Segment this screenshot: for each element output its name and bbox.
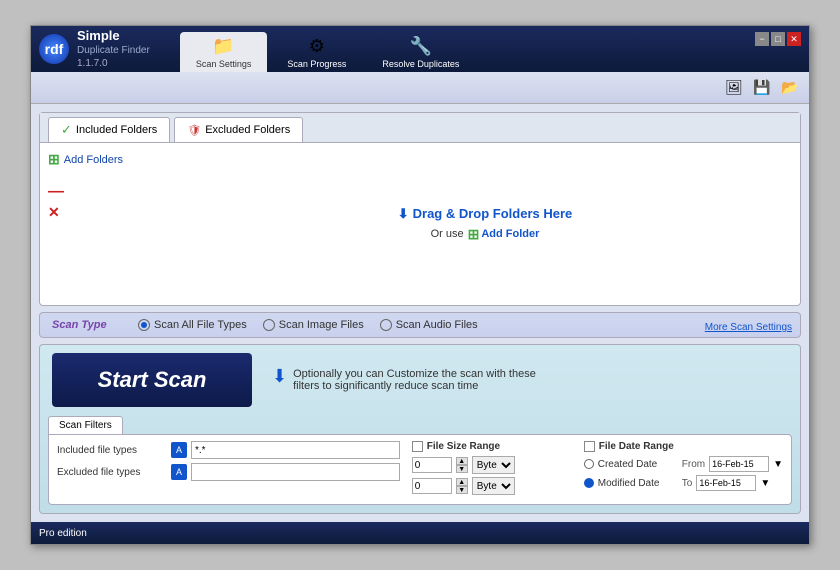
scan-type-section: Scan Type Scan All File Types Scan Image… <box>39 312 801 338</box>
scan-filters-section: Scan Filters Included file types A Exclu… <box>40 415 800 513</box>
filter-col-date: File Date Range Created Date From ▼ Modi… <box>584 441 783 498</box>
tab-scan-settings[interactable]: 📁 Scan Settings <box>180 32 268 72</box>
size-max-spinner: ▲ ▼ <box>456 478 468 494</box>
shield-icon: 🛡 <box>187 124 201 137</box>
folders-body: ⊞ Add Folders — ✕ ⬇ Drag & Drop Folders … <box>40 143 800 305</box>
toolbar-icon-folder[interactable]: 📂 <box>779 77 801 99</box>
toolbar-icon-open[interactable]: 💾 <box>751 77 773 99</box>
size-min-row: ▲ ▼ Byte KB MB GB <box>412 456 572 474</box>
size-max-input[interactable] <box>412 478 452 494</box>
created-date-radio[interactable] <box>584 459 594 469</box>
nav-tabs: 📁 Scan Settings ⚙ Scan Progress 🔧 Resolv… <box>180 26 476 72</box>
scan-settings-icon: 📁 <box>212 36 234 57</box>
more-scan-settings-link[interactable]: More Scan Settings <box>705 322 792 333</box>
included-file-types-row: Included file types A <box>57 441 400 459</box>
radio-all-files-dot <box>138 319 150 331</box>
modified-date-row: Modified Date To ▼ <box>584 475 783 491</box>
folders-right: ⬇ Drag & Drop Folders Here Or use ⊞ Add … <box>178 151 792 297</box>
toolbar: 🖼 💾 📂 <box>31 72 809 104</box>
size-min-up[interactable]: ▲ <box>456 457 468 465</box>
main-content: ✓ Included Folders 🛡 Excluded Folders ⊞ … <box>31 104 809 522</box>
scan-description-text: Optionally you can Customize the scan wi… <box>293 368 536 392</box>
resolve-duplicates-icon: 🔧 <box>410 36 432 57</box>
included-icon: A <box>171 442 187 458</box>
date-picker-modified[interactable]: ▼ <box>760 478 770 489</box>
toolbar-icon-save[interactable]: 🖼 <box>723 77 745 99</box>
size-max-row: ▲ ▼ Byte KB MB GB <box>412 477 572 495</box>
close-button[interactable]: ✕ <box>787 32 801 46</box>
size-min-down[interactable]: ▼ <box>456 465 468 473</box>
down-arrow-icon: ⬇ <box>398 206 409 222</box>
size-min-spinner: ▲ ▼ <box>456 457 468 473</box>
bottom-section: Start Scan ⬇ Optionally you can Customiz… <box>39 344 801 514</box>
radio-audio-files[interactable]: Scan Audio Files <box>380 319 478 331</box>
modified-date-radio[interactable] <box>584 478 594 488</box>
app-branding: rdf Simple Duplicate Finder 1.1.7.0 <box>39 28 150 71</box>
add-folders-button[interactable]: ⊞ Add Folders <box>48 151 168 168</box>
action-icons: — ✕ <box>48 184 168 221</box>
size-min-input[interactable] <box>412 457 452 473</box>
size-min-unit[interactable]: Byte KB MB GB <box>472 456 515 474</box>
plus-green-icon: ⊞ <box>468 226 480 243</box>
created-from-input[interactable] <box>709 456 769 472</box>
app-title: Simple Duplicate Finder 1.1.7.0 <box>77 28 150 71</box>
included-folders-tab[interactable]: ✓ Included Folders <box>48 117 170 142</box>
start-scan-row: Start Scan ⬇ Optionally you can Customiz… <box>40 345 800 415</box>
delete-icon[interactable]: ✕ <box>48 204 168 221</box>
start-scan-button[interactable]: Start Scan <box>52 353 252 407</box>
minimize-button[interactable]: − <box>755 32 769 46</box>
scan-filters-tab[interactable]: Scan Filters <box>48 416 123 434</box>
date-picker-created[interactable]: ▼ <box>773 459 783 470</box>
scan-description: ⬇ Optionally you can Customize the scan … <box>272 368 536 392</box>
date-range-checkbox[interactable] <box>584 441 595 452</box>
remove-icon[interactable]: — <box>48 184 168 200</box>
status-text: Pro edition <box>39 528 87 539</box>
file-date-range-title: File Date Range <box>584 441 783 452</box>
file-size-range-title: File Size Range <box>412 441 572 452</box>
excluded-file-types-row: Excluded file types A <box>57 463 400 481</box>
radio-image-files[interactable]: Scan Image Files <box>263 319 364 331</box>
folders-left: ⊞ Add Folders — ✕ <box>48 151 168 297</box>
drag-drop-text: ⬇ Drag & Drop Folders Here <box>398 206 573 222</box>
included-file-types-input[interactable] <box>191 441 400 459</box>
excluded-file-types-input[interactable] <box>191 463 400 481</box>
folders-panel: ✓ Included Folders 🛡 Excluded Folders ⊞ … <box>39 112 801 306</box>
title-bar: rdf Simple Duplicate Finder 1.1.7.0 📁 Sc… <box>31 26 809 72</box>
scan-progress-icon: ⚙ <box>309 36 325 57</box>
folder-tabs: ✓ Included Folders 🛡 Excluded Folders <box>40 113 800 143</box>
scan-filters-body: Included file types A Excluded file type… <box>48 434 792 505</box>
filter-col-file-types: Included file types A Excluded file type… <box>57 441 400 498</box>
window-controls: − □ ✕ <box>755 32 801 46</box>
plus-icon: ⊞ <box>48 151 60 168</box>
description-arrow-icon: ⬇ <box>272 366 287 387</box>
tab-resolve-duplicates[interactable]: 🔧 Resolve Duplicates <box>366 32 475 72</box>
status-bar: Pro edition <box>31 522 809 544</box>
check-icon: ✓ <box>61 122 72 138</box>
radio-all-files[interactable]: Scan All File Types <box>138 319 247 331</box>
size-range-checkbox[interactable] <box>412 441 423 452</box>
size-max-down[interactable]: ▼ <box>456 486 468 494</box>
maximize-button[interactable]: □ <box>771 32 785 46</box>
excluded-folders-tab[interactable]: 🛡 Excluded Folders <box>174 117 303 142</box>
drag-drop-sub: Or use ⊞ Add Folder <box>431 226 540 243</box>
created-date-row: Created Date From ▼ <box>584 456 783 472</box>
size-max-up[interactable]: ▲ <box>456 478 468 486</box>
size-max-unit[interactable]: Byte KB MB GB <box>472 477 515 495</box>
radio-audio-dot <box>380 319 392 331</box>
add-folder-link[interactable]: ⊞ Add Folder <box>468 226 540 243</box>
app-logo: rdf <box>39 34 69 64</box>
modified-to-input[interactable] <box>696 475 756 491</box>
tab-scan-progress[interactable]: ⚙ Scan Progress <box>271 32 362 72</box>
app-window: rdf Simple Duplicate Finder 1.1.7.0 📁 Sc… <box>30 25 810 545</box>
filter-col-size: File Size Range ▲ ▼ Byte KB MB <box>412 441 572 498</box>
excluded-icon: A <box>171 464 187 480</box>
radio-image-dot <box>263 319 275 331</box>
